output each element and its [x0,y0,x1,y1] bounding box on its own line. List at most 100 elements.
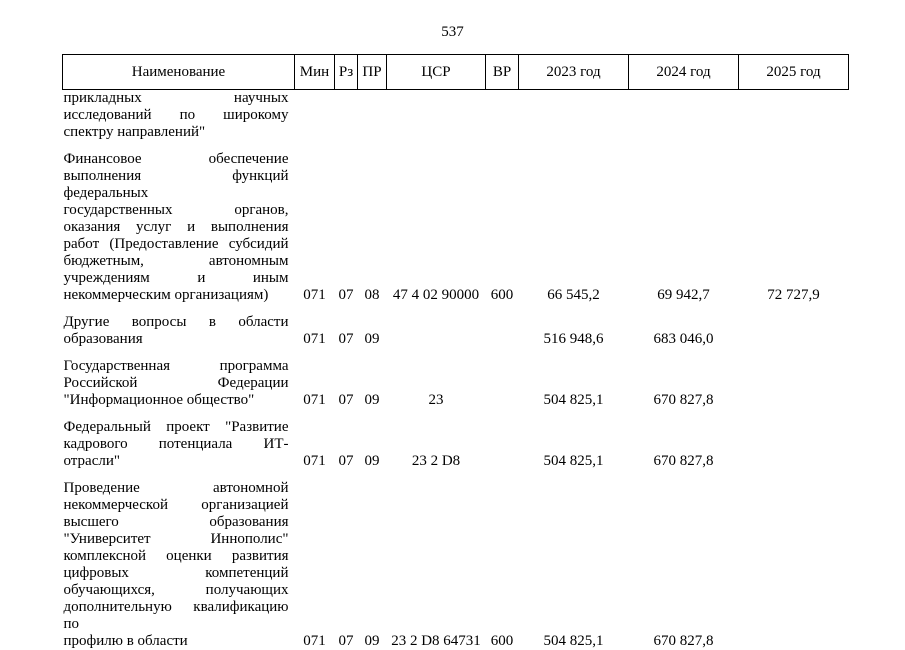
cell-name: Финансовое обеспечениевыполнения функций… [63,151,295,304]
page-number: 537 [0,24,905,41]
cell-min: 071 [295,358,335,409]
cell-name: прикладных научныхисследований по широко… [63,90,295,142]
cell-vr [486,358,519,409]
cell-2024: 670 827,8 [629,358,739,409]
cell-rz: 07 [335,358,358,409]
name-line: "Информационное общество" [64,392,289,409]
cell-min: 071 [295,480,335,650]
cell-vr: 600 [486,151,519,304]
cell-2023: 504 825,1 [519,358,629,409]
cell-2023: 504 825,1 [519,480,629,650]
cell-2025 [739,314,849,348]
table-row: Федеральный проект "Развитиекадрового по… [63,419,849,470]
name-line: "Университет Иннополис" [64,531,289,548]
name-line: цифровых компетенций [64,565,289,582]
cell-rz: 07 [335,480,358,650]
name-line: некоммерческой организацией [64,497,289,514]
column-header-rz: Рз [335,55,358,90]
name-line: Федеральный проект "Развитие [64,419,289,436]
cell-pr: 08 [358,151,387,304]
cell-csr: 23 2 D8 [387,419,486,470]
cell-2023 [519,90,629,142]
cell-csr: 47 4 02 90000 [387,151,486,304]
cell-vr: 600 [486,480,519,650]
cell-pr: 09 [358,419,387,470]
cell-rz: 07 [335,151,358,304]
cell-2025 [739,419,849,470]
cell-2024: 670 827,8 [629,419,739,470]
cell-pr: 09 [358,480,387,650]
cell-name: Государственная программаРоссийской Феде… [63,358,295,409]
cell-min [295,90,335,142]
budget-table: Наименование Мин Рз ПР ЦСР ВР 2023 год 2… [62,54,849,650]
cell-2024: 69 942,7 [629,151,739,304]
name-line: государственных органов, [64,202,289,219]
cell-name: Проведение автономнойнекоммерческой орга… [63,480,295,650]
name-line: работ (Предоставление субсидий [64,236,289,253]
name-line: профилю в области [64,633,289,650]
name-line: высшего образования [64,514,289,531]
cell-csr [387,314,486,348]
row-spacer-cell [63,348,849,358]
table-row: прикладных научныхисследований по широко… [63,90,849,142]
row-spacer [63,304,849,314]
cell-vr [486,314,519,348]
cell-vr [486,419,519,470]
cell-2023: 516 948,6 [519,314,629,348]
cell-min: 071 [295,151,335,304]
budget-table-container: Наименование Мин Рз ПР ЦСР ВР 2023 год 2… [62,54,848,650]
cell-rz: 07 [335,419,358,470]
name-line: кадрового потенциала ИТ-отрасли" [64,436,289,470]
name-line: прикладных научных [64,90,289,107]
name-line: Государственная программа [64,358,289,375]
table-row: Финансовое обеспечениевыполнения функций… [63,151,849,304]
row-spacer [63,141,849,151]
cell-2023: 66 545,2 [519,151,629,304]
cell-min: 071 [295,419,335,470]
name-line: обучающихся, получающих [64,582,289,599]
cell-rz [335,90,358,142]
name-line: комплексной оценки развития [64,548,289,565]
document-page: 537 Наименование Мин Рз ПР ЦСР ВР 2023 г… [0,0,905,640]
table-body: прикладных научныхисследований по широко… [63,90,849,650]
cell-csr: 23 [387,358,486,409]
name-line: спектру направлений" [64,124,289,141]
cell-2025 [739,358,849,409]
cell-vr [486,90,519,142]
name-line: выполнения функций федеральных [64,168,289,202]
cell-csr [387,90,486,142]
row-spacer [63,348,849,358]
name-line: образования [64,331,289,348]
column-header-2024: 2024 год [629,55,739,90]
row-spacer-cell [63,304,849,314]
cell-pr: 09 [358,314,387,348]
cell-2023: 504 825,1 [519,419,629,470]
name-line: некоммерческим организациям) [64,287,289,304]
name-line: дополнительную квалификацию по [64,599,289,633]
row-spacer-cell [63,141,849,151]
column-header-csr: ЦСР [387,55,486,90]
column-header-min: Мин [295,55,335,90]
table-row: Государственная программаРоссийской Феде… [63,358,849,409]
cell-name: Другие вопросы в областиобразования [63,314,295,348]
column-header-2023: 2023 год [519,55,629,90]
cell-name: Федеральный проект "Развитиекадрового по… [63,419,295,470]
name-line: оказания услуг и выполнения [64,219,289,236]
cell-min: 071 [295,314,335,348]
row-spacer [63,409,849,419]
cell-pr [358,90,387,142]
table-header: Наименование Мин Рз ПР ЦСР ВР 2023 год 2… [63,55,849,90]
cell-rz: 07 [335,314,358,348]
name-line: исследований по широкому [64,107,289,124]
row-spacer-cell [63,470,849,480]
cell-csr: 23 2 D8 64731 [387,480,486,650]
row-spacer [63,470,849,480]
cell-2024: 670 827,8 [629,480,739,650]
name-line: Финансовое обеспечение [64,151,289,168]
name-line: Российской Федерации [64,375,289,392]
table-row: Другие вопросы в областиобразования07107… [63,314,849,348]
cell-2025 [739,480,849,650]
column-header-2025: 2025 год [739,55,849,90]
name-line: Проведение автономной [64,480,289,497]
cell-pr: 09 [358,358,387,409]
